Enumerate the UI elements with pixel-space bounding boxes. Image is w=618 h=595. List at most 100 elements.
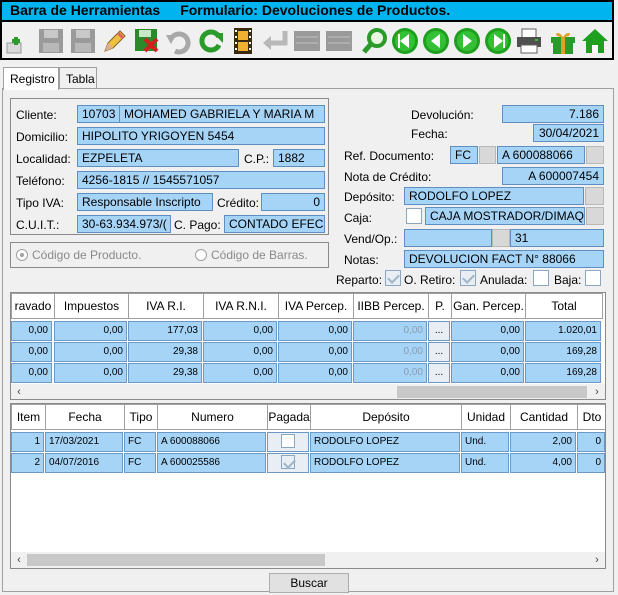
grid1-cell[interactable]: 0,00 xyxy=(203,321,277,341)
scroll-left-icon[interactable]: ‹ xyxy=(11,552,27,568)
notacred-field[interactable]: A 600007454 xyxy=(502,167,604,185)
vendop-name-field[interactable] xyxy=(404,229,492,247)
cliente-name-field[interactable]: MOHAMED GABRIELA Y MARIA M xyxy=(119,105,325,123)
refdoc-type-field[interactable]: FC xyxy=(450,146,478,164)
pagada-checkbox[interactable] xyxy=(281,455,295,469)
grid1-cell[interactable]: 0,00 xyxy=(353,363,427,383)
grid2-cell[interactable]: 2,00 xyxy=(510,432,576,452)
caja-field[interactable]: CAJA MOSTRADOR/DIMAQ xyxy=(425,207,585,225)
codigo-barras-radio[interactable]: Código de Barras. xyxy=(195,248,308,262)
tab-tabla[interactable]: Tabla xyxy=(59,67,97,89)
grid1-cell[interactable]: 0,00 xyxy=(11,342,52,362)
grid1-cell-button[interactable]: ... xyxy=(428,321,450,341)
grid1-cell[interactable]: 0,00 xyxy=(353,342,427,362)
grid2-cell[interactable]: 04/07/2016 xyxy=(45,453,123,473)
edit-pencil-icon[interactable] xyxy=(100,26,130,56)
film-strip-icon[interactable] xyxy=(228,26,258,56)
scroll-left-icon[interactable]: ‹ xyxy=(11,384,27,399)
devolucion-field[interactable]: 7.186 xyxy=(502,105,604,123)
grid1-cell[interactable]: 0,00 xyxy=(11,321,52,341)
grid1-cell[interactable]: 0,00 xyxy=(278,321,352,341)
grid2-header-dto[interactable]: Dto xyxy=(577,404,605,430)
localidad-field[interactable]: EZPELETA xyxy=(77,149,239,167)
notas-field[interactable]: DEVOLUCION FACT N° 88066 xyxy=(404,250,604,268)
grid1-header-gravado[interactable]: ravado xyxy=(11,293,55,319)
grid1-header-iva-rni[interactable]: IVA R.N.I. xyxy=(203,293,279,319)
grid2-cell-pagada[interactable] xyxy=(267,432,309,452)
grid2-cell[interactable]: Und. xyxy=(461,453,509,473)
buscar-button[interactable]: Buscar xyxy=(269,573,349,593)
save-disabled-icon[interactable] xyxy=(36,26,66,56)
cpago-field[interactable]: CONTADO EFEC xyxy=(224,215,325,233)
grid2-cell[interactable]: 4,00 xyxy=(510,453,576,473)
grid2-header-tipo[interactable]: Tipo xyxy=(124,404,158,430)
anulada-checkbox[interactable] xyxy=(533,270,549,286)
grid1-header-gan-percep[interactable]: Gan. Percep. xyxy=(451,293,526,319)
grid1-cell[interactable]: 1.020,01 xyxy=(525,321,601,341)
search-icon[interactable] xyxy=(360,26,390,56)
caja-checkbox[interactable] xyxy=(406,208,422,224)
grid2-cell[interactable]: 0 xyxy=(577,453,605,473)
pagada-checkbox[interactable] xyxy=(281,434,295,448)
grid2-cell[interactable]: Und. xyxy=(461,432,509,452)
grid1-cell[interactable]: 29,38 xyxy=(128,363,202,383)
grid1-cell[interactable]: 0,00 xyxy=(203,342,277,362)
grid2-cell[interactable]: FC xyxy=(124,453,156,473)
credito-field[interactable]: 0 xyxy=(261,193,325,211)
deposito-lookup[interactable] xyxy=(585,187,604,205)
grid1-cell[interactable]: 0,00 xyxy=(203,363,277,383)
grid2-cell-pagada[interactable] xyxy=(267,453,309,473)
grid1-header-iva-ri[interactable]: IVA R.I. xyxy=(128,293,204,319)
grid2-horizontal-scrollbar[interactable]: ‹ › xyxy=(11,552,605,568)
grid1-cell[interactable]: 169,28 xyxy=(525,342,601,362)
home-icon[interactable] xyxy=(580,26,610,56)
new-record-icon[interactable] xyxy=(4,26,34,56)
printer-icon[interactable] xyxy=(514,26,544,56)
gift-icon[interactable] xyxy=(548,26,578,56)
oretiro-checkbox[interactable] xyxy=(460,270,476,286)
grid1-cell[interactable]: 177,03 xyxy=(128,321,202,341)
first-record-icon[interactable] xyxy=(390,26,420,56)
grid1-horizontal-scrollbar[interactable]: ‹ › xyxy=(11,384,605,399)
grid2-header-pagada[interactable]: Pagada xyxy=(267,404,311,430)
grid1-header-impuestos[interactable]: Impuestos xyxy=(54,293,129,319)
grid1-cell[interactable]: 0,00 xyxy=(11,363,52,383)
grid2-cell[interactable]: 0 xyxy=(577,432,605,452)
grid1-cell[interactable]: 0,00 xyxy=(54,342,127,362)
grid1-cell[interactable]: 0,00 xyxy=(451,321,524,341)
grid2-cell[interactable]: 1 xyxy=(11,432,44,452)
grid2-scroll-thumb[interactable] xyxy=(27,554,325,566)
grid1-cell[interactable]: 0,00 xyxy=(451,342,524,362)
tipo-iva-field[interactable]: Responsable Inscripto xyxy=(77,193,213,211)
fecha-field[interactable]: 30/04/2021 xyxy=(533,124,604,142)
grid1-cell[interactable]: 169,28 xyxy=(525,363,601,383)
vendop-field[interactable]: 31 xyxy=(510,229,604,247)
grid2-header-unidad[interactable]: Unidad xyxy=(461,404,511,430)
vendop-lookup[interactable] xyxy=(492,229,510,247)
grid2-cell[interactable]: 17/03/2021 xyxy=(45,432,123,452)
grid1-cell[interactable]: 0,00 xyxy=(54,321,127,341)
telefono-field[interactable]: 4256-1815 // 1545571057 xyxy=(77,171,325,189)
grid2-cell[interactable]: RODOLFO LOPEZ xyxy=(310,453,460,473)
grid1-cell-button[interactable]: ... xyxy=(428,363,450,383)
grid1-header-iibb-percep[interactable]: IIBB Percep. xyxy=(353,293,429,319)
cp-field[interactable]: 1882 xyxy=(273,149,325,167)
last-record-icon[interactable] xyxy=(483,26,513,56)
refresh-icon[interactable] xyxy=(196,26,226,56)
grid1-cell[interactable]: 0,00 xyxy=(54,363,127,383)
grid1-cell[interactable]: 0,00 xyxy=(353,321,427,341)
save-as-disabled-icon[interactable] xyxy=(68,26,98,56)
grid2-cell[interactable]: RODOLFO LOPEZ xyxy=(310,432,460,452)
grid1-cell[interactable]: 0,00 xyxy=(451,363,524,383)
grid1-cell-button[interactable]: ... xyxy=(428,342,450,362)
grid2-cell[interactable]: A 600088066 xyxy=(157,432,266,452)
previous-record-icon[interactable] xyxy=(421,26,451,56)
baja-checkbox[interactable] xyxy=(585,270,601,286)
grid1-header-total[interactable]: Total xyxy=(525,293,603,319)
codigo-producto-radio[interactable]: Código de Producto. xyxy=(16,248,141,262)
grid1-cell[interactable]: 29,38 xyxy=(128,342,202,362)
grid1-scroll-thumb[interactable] xyxy=(397,386,587,398)
grid-disabled-icon[interactable] xyxy=(324,26,354,56)
cuit-field[interactable]: 30-63.934.973/( xyxy=(77,215,171,233)
grid2-header-fecha[interactable]: Fecha xyxy=(45,404,125,430)
